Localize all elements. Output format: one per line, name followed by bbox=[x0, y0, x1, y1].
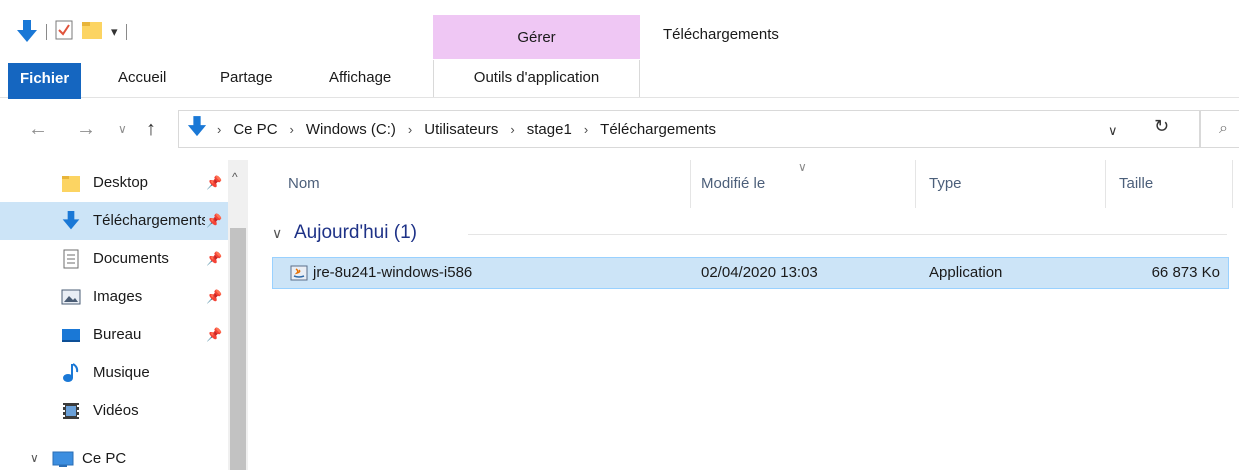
sidebar-item-ce-pc[interactable]: ∨ Ce PC bbox=[0, 440, 228, 470]
tab-accueil[interactable]: Accueil bbox=[106, 60, 178, 97]
refresh-icon[interactable]: ↻ bbox=[1154, 116, 1169, 137]
sidebar-item-bureau[interactable]: Bureau 📌 bbox=[0, 316, 228, 354]
breadcrumb: › Ce PC › Windows (C:) › Utilisateurs › … bbox=[217, 121, 716, 138]
context-tab-group-label: Gérer bbox=[517, 29, 556, 46]
column-divider[interactable] bbox=[690, 160, 691, 208]
documents-icon bbox=[61, 249, 81, 269]
pin-icon[interactable]: 📌 bbox=[206, 289, 222, 305]
search-input[interactable]: ⌕ bbox=[1200, 110, 1239, 148]
folder-icon bbox=[61, 173, 81, 193]
desktop-icon bbox=[61, 325, 81, 345]
file-name: jre-8u241-windows-i586 bbox=[313, 264, 473, 281]
breadcrumb-separator: › bbox=[583, 121, 589, 137]
column-header-modifie-le[interactable]: Modifié le bbox=[701, 175, 765, 192]
videos-icon bbox=[61, 401, 81, 421]
toolbar-separator bbox=[46, 24, 47, 40]
sidebar-item-label: Téléchargements bbox=[93, 212, 205, 229]
tab-affichage[interactable]: Affichage bbox=[317, 60, 403, 97]
java-installer-icon bbox=[290, 264, 308, 282]
scroll-up-icon[interactable]: ^ bbox=[232, 170, 238, 184]
context-tab-group: Gérer bbox=[433, 15, 640, 59]
table-row[interactable]: jre-8u241-windows-i586 02/04/2020 13:03 … bbox=[272, 257, 1229, 289]
toolbar-separator bbox=[125, 24, 127, 40]
navigation-bar: ← → ∨ ↑ › Ce PC › Windows (C:) › Utilisa… bbox=[0, 98, 1239, 160]
tab-fichier[interactable]: Fichier bbox=[8, 63, 82, 99]
sidebar-item-label: Images bbox=[93, 288, 143, 305]
column-headers: Nom ∨ Modifié le Type Taille bbox=[262, 160, 1239, 208]
file-type: Application bbox=[929, 264, 1003, 281]
address-history-chevron-icon[interactable]: ∨ bbox=[1108, 123, 1118, 139]
group-title: Aujourd'hui (1) bbox=[294, 222, 417, 243]
sidebar-item-label: Musique bbox=[93, 364, 150, 381]
file-modified: 02/04/2020 13:03 bbox=[701, 264, 818, 281]
title-bar: ▾ Gérer Téléchargements bbox=[0, 0, 1239, 60]
column-divider[interactable] bbox=[1105, 160, 1106, 208]
breadcrumb-separator: › bbox=[217, 121, 222, 137]
group-divider bbox=[468, 234, 1227, 235]
pin-icon[interactable]: 📌 bbox=[206, 213, 222, 229]
pin-icon[interactable]: 📌 bbox=[206, 175, 222, 191]
download-arrow-icon[interactable] bbox=[16, 20, 38, 44]
pin-icon[interactable]: 📌 bbox=[206, 251, 222, 267]
customize-toolbar-icon[interactable]: ▾ bbox=[111, 24, 118, 40]
quick-access-toolbar: ▾ bbox=[16, 20, 127, 44]
sidebar-item-videos[interactable]: Vidéos bbox=[0, 392, 228, 430]
breadcrumb-utilisateurs[interactable]: Utilisateurs bbox=[424, 121, 498, 138]
sidebar-item-label: Ce PC bbox=[82, 450, 127, 467]
ribbon-tabs: Fichier Accueil Partage Affichage Outils… bbox=[0, 60, 1239, 99]
column-divider[interactable] bbox=[915, 160, 916, 208]
breadcrumb-separator: › bbox=[510, 121, 515, 137]
sidebar-item-images[interactable]: Images 📌 bbox=[0, 278, 228, 316]
sidebar-item-documents[interactable]: Documents 📌 bbox=[0, 240, 228, 278]
breadcrumb-ce-pc[interactable]: Ce PC bbox=[233, 121, 277, 138]
sidebar-item-telechargements[interactable]: Téléchargements 📌 bbox=[0, 202, 228, 240]
pc-icon bbox=[52, 449, 74, 469]
pin-icon[interactable]: 📌 bbox=[206, 327, 222, 343]
download-arrow-icon bbox=[61, 211, 81, 231]
window-title: Téléchargements bbox=[663, 26, 779, 43]
expand-chevron-icon[interactable]: ∨ bbox=[30, 451, 39, 465]
breadcrumb-separator: › bbox=[289, 121, 294, 137]
breadcrumb-telechargements[interactable]: Téléchargements bbox=[600, 121, 716, 138]
group-header-today[interactable]: ∨ Aujourd'hui (1) bbox=[272, 220, 1239, 250]
properties-icon[interactable] bbox=[55, 20, 73, 44]
column-header-type[interactable]: Type bbox=[929, 175, 962, 192]
back-arrow-icon[interactable]: ← bbox=[28, 118, 48, 141]
collapse-chevron-icon[interactable]: ∨ bbox=[272, 225, 282, 242]
tab-outils-application[interactable]: Outils d'application bbox=[433, 60, 640, 97]
breadcrumb-stage1[interactable]: stage1 bbox=[527, 121, 572, 138]
sidebar-item-label: Bureau bbox=[93, 326, 142, 343]
address-bar[interactable]: › Ce PC › Windows (C:) › Utilisateurs › … bbox=[178, 110, 1200, 148]
search-icon: ⌕ bbox=[1219, 120, 1228, 137]
new-folder-icon[interactable] bbox=[81, 20, 103, 44]
breadcrumb-separator: › bbox=[407, 121, 413, 137]
images-icon bbox=[61, 287, 81, 307]
up-arrow-icon[interactable]: ↑ bbox=[146, 118, 156, 141]
recent-locations-chevron-icon[interactable]: ∨ bbox=[118, 122, 127, 136]
sort-chevron-icon: ∨ bbox=[798, 160, 807, 174]
sidebar-item-musique[interactable]: Musique bbox=[0, 354, 228, 392]
sidebar-scrollbar[interactable]: ^ bbox=[228, 160, 248, 470]
file-list: Nom ∨ Modifié le Type Taille ∨ Aujourd'h… bbox=[262, 160, 1239, 470]
breadcrumb-windows-c[interactable]: Windows (C:) bbox=[306, 121, 396, 138]
sidebar-item-desktop[interactable]: Desktop 📌 bbox=[0, 164, 228, 202]
file-size: 66 873 Ko bbox=[1151, 264, 1220, 281]
scrollbar-thumb[interactable] bbox=[230, 228, 246, 470]
column-divider[interactable] bbox=[1232, 160, 1233, 208]
sidebar-item-label: Vidéos bbox=[93, 402, 139, 419]
forward-arrow-icon[interactable]: → bbox=[76, 118, 96, 141]
music-note-icon bbox=[61, 363, 81, 383]
sidebar-item-label: Documents bbox=[93, 250, 169, 267]
navigation-pane: Desktop 📌 Téléchargements 📌 Documents 📌 … bbox=[0, 160, 248, 470]
tab-partage[interactable]: Partage bbox=[208, 60, 285, 97]
download-arrow-icon bbox=[187, 116, 207, 142]
column-header-taille[interactable]: Taille bbox=[1119, 175, 1153, 192]
sidebar-item-label: Desktop bbox=[93, 174, 149, 191]
column-header-nom[interactable]: Nom bbox=[288, 175, 320, 192]
